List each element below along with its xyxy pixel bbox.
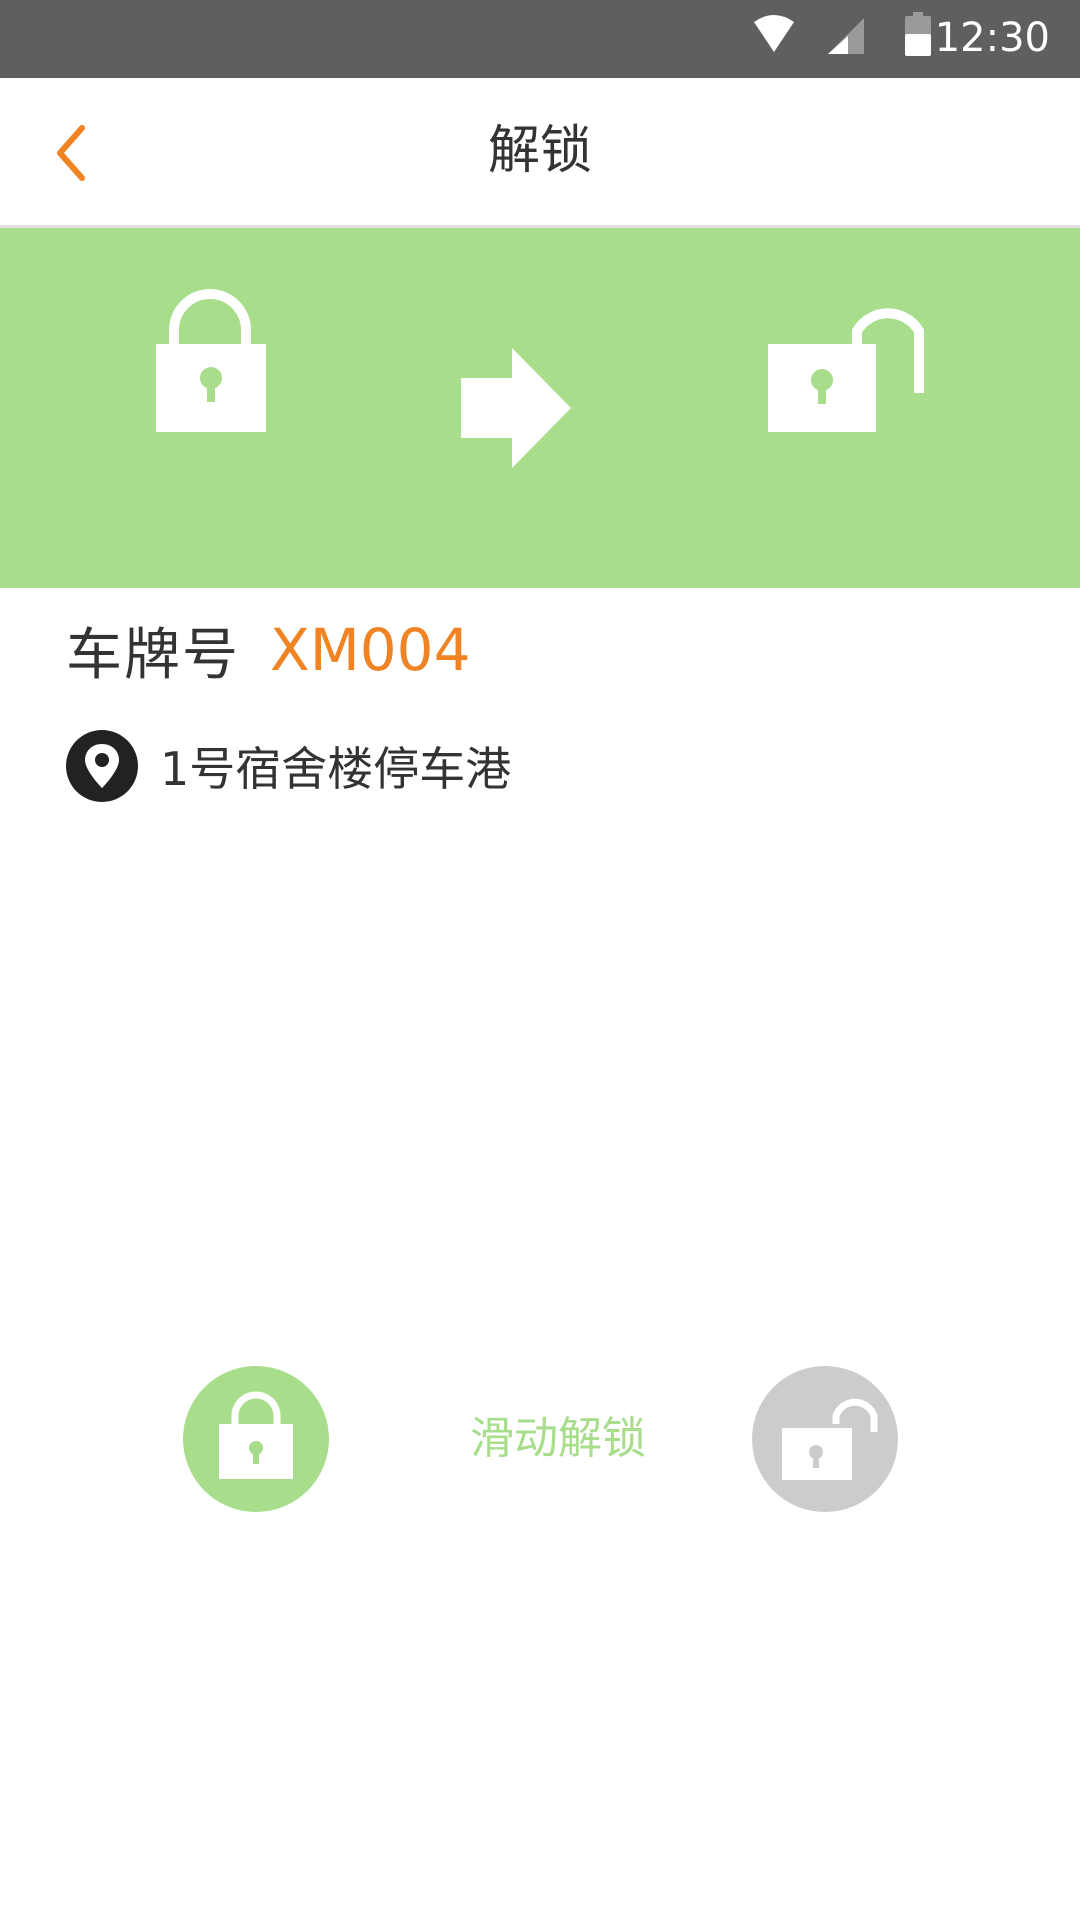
back-button[interactable] xyxy=(40,116,110,190)
battery-icon xyxy=(905,12,931,56)
slide-to-unlock-label: 滑动解锁 xyxy=(470,1413,646,1464)
location-pin-icon xyxy=(66,730,138,802)
slider-knob[interactable] xyxy=(183,1366,329,1512)
cell-signal-icon xyxy=(828,18,864,54)
location-name: 1号宿舍楼停车港 xyxy=(160,742,512,796)
plate-row: 车牌号 XM004 xyxy=(66,612,470,688)
plate-number: XM004 xyxy=(270,616,471,684)
unlocked-padlock-icon xyxy=(782,1398,879,1480)
plate-label: 车牌号 xyxy=(66,622,240,688)
status-time: 12:30 xyxy=(934,15,1050,61)
unlock-slider[interactable]: 滑动解锁 xyxy=(0,1366,1080,1512)
locked-padlock-icon xyxy=(219,1391,293,1479)
status-bar: 12:30 xyxy=(0,0,1080,78)
unlock-banner xyxy=(0,228,1080,588)
wifi-icon xyxy=(754,15,794,52)
page-title: 解锁 xyxy=(487,121,592,181)
location-row: 1号宿舍楼停车港 xyxy=(66,730,511,802)
app-bar: 解锁 xyxy=(0,78,1080,228)
chevron-left-icon xyxy=(57,125,85,181)
slider-target xyxy=(752,1366,898,1512)
